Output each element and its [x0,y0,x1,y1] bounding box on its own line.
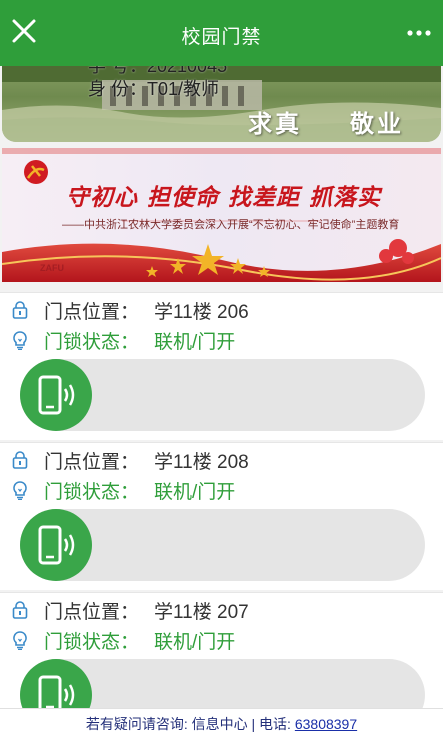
door-location-value: 学11楼 206 [154,302,249,323]
motto-right: 敬业 [350,109,404,138]
door-location-value: 学11楼 208 [154,452,249,473]
door-location-label: 门点位置： [44,452,140,473]
party-slogan: 守初心 担使命 找差距 抓落实 [66,184,382,211]
door-status-label: 门锁状态： [44,482,140,503]
door-status-value: 联机/门开 [154,632,236,653]
open-door-button[interactable] [20,509,92,581]
zafu-logo: ZAFU [40,263,64,273]
content-area[interactable]: 学 号：20210045 身 份：T01/教师 求真 敬业 守初心 担使命 找差… [0,66,443,708]
door-location-value: 学11楼 207 [154,602,249,623]
lightbulb-icon [13,631,27,650]
party-banner-background [2,148,441,282]
door-card: 门点位置： 学11楼 206 门锁状态： 联机/门开 [0,292,443,440]
party-subtitle: ——中共浙江农林大学委员会深入开展“不忘初心、牢记使命”主题教育 [62,219,400,231]
door-status-label: 门锁状态： [44,332,140,353]
lightbulb-icon [13,481,27,500]
phone-signal-icon [38,375,75,415]
door-status-value: 联机/门开 [154,482,236,503]
door-location-label: 门点位置： [44,302,140,323]
lightbulb-icon [13,331,27,350]
profile-banner: 学 号：20210045 身 份：T01/教师 求真 敬业 [2,66,441,142]
footer-contact: 若有疑问请咨询: 信息中心 | 电话: 63808397 [0,708,443,739]
phone-signal-icon [38,525,75,565]
open-door-button[interactable] [20,659,92,708]
door-location-label: 门点位置： [44,602,140,623]
lock-icon [12,301,28,319]
door-status-value: 联机/门开 [154,332,236,353]
open-door-button[interactable] [20,359,92,431]
identity: 身 份：T01/教师 [88,79,220,99]
motto-left: 求真 [248,109,302,138]
footer-text: 若有疑问请咨询: 信息中心 | 电话: [85,716,295,732]
page-title: 校园门禁 [181,27,262,48]
more-icon[interactable] [407,30,431,36]
phone-link[interactable]: 63808397 [295,716,357,732]
door-status-label: 门锁状态： [44,632,140,653]
door-card: 门点位置： 学11楼 208 门锁状态： 联机/门开 [0,442,443,590]
lock-icon [12,451,28,469]
party-banner: 守初心 担使命 找差距 抓落实 ——中共浙江农林大学委员会深入开展“不忘初心、牢… [2,148,441,282]
lock-icon [12,601,28,619]
top-bar: 校园门禁 [0,0,443,66]
door-card: 门点位置： 学11楼 207 门锁状态： 联机/门开 [0,592,443,708]
phone-signal-icon [38,675,75,708]
